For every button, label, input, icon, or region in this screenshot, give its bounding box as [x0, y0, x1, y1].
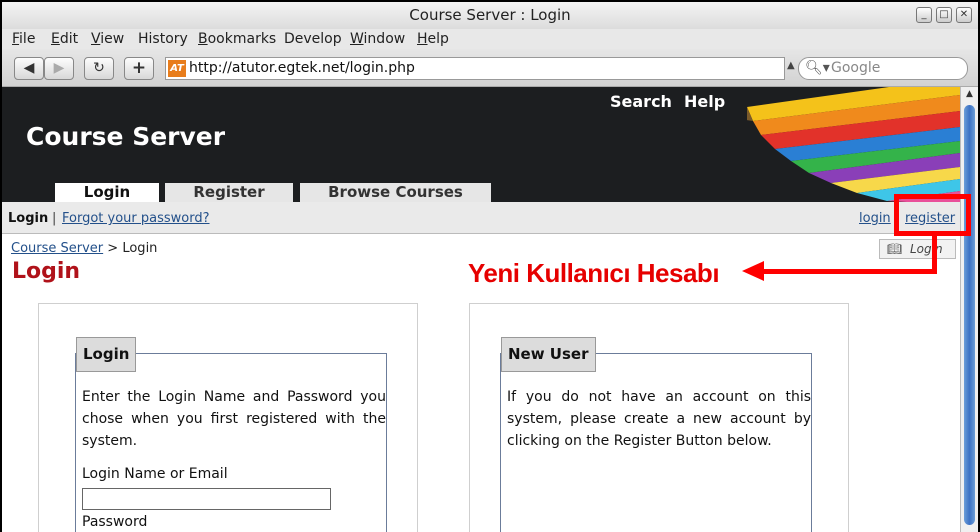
tab-login[interactable]: Login — [55, 183, 159, 202]
forward-icon: ▶ — [53, 60, 65, 76]
web-page: Course Server Search Help Login Register… — [2, 87, 960, 532]
login-shortcut-label: Login — [910, 242, 943, 256]
close-button[interactable]: ✕ — [956, 7, 972, 23]
menu-bar: File Edit View History Bookmarks Develop… — [2, 29, 978, 49]
back-button[interactable]: ◀ — [14, 57, 44, 80]
annotation-label: Yeni Kullanıcı Hesabı — [468, 258, 720, 288]
site-favicon-icon: AT — [168, 60, 186, 77]
login-name-label: Login Name or Email — [82, 466, 228, 482]
maximize-button[interactable]: □ — [936, 7, 952, 23]
search-icon: 🔍︎▾ — [805, 60, 830, 76]
forgot-password-link[interactable]: Forgot your password? — [62, 211, 210, 226]
subnav-current: Login — [8, 211, 49, 226]
url-text: http://atutor.egtek.net/login.php — [189, 60, 415, 76]
navigation-toolbar: ◀ ▶ ↻ + AT http://atutor.egtek.net/login… — [2, 49, 978, 87]
login-legend: Login — [76, 337, 137, 372]
reload-button[interactable]: ↻ — [84, 57, 114, 80]
menu-view[interactable]: View — [91, 31, 124, 47]
site-header: Course Server Search Help Login Register… — [2, 87, 960, 202]
new-user-panel: New User If you do not have an account o… — [469, 303, 849, 532]
tab-browse-courses[interactable]: Browse Courses — [300, 183, 491, 202]
annotation-connector-horizontal — [760, 269, 937, 274]
vertical-scrollbar[interactable]: ▲ — [960, 87, 978, 532]
breadcrumb-current: Login — [122, 241, 158, 256]
header-help-link[interactable]: Help — [684, 92, 725, 111]
window-title: Course Server : Login — [409, 6, 571, 24]
subnav-separator: | — [52, 211, 57, 226]
tab-register[interactable]: Register — [165, 183, 293, 202]
menu-window[interactable]: Window — [350, 31, 405, 47]
menu-file[interactable]: File — [12, 31, 35, 47]
search-placeholder: Google — [831, 60, 881, 76]
pencils-banner-image — [747, 87, 960, 202]
login-name-input[interactable] — [82, 488, 331, 510]
menu-help[interactable]: Help — [417, 31, 449, 47]
back-icon: ◀ — [23, 60, 35, 76]
menu-edit[interactable]: Edit — [51, 31, 78, 47]
forward-button[interactable]: ▶ — [44, 57, 74, 80]
breadcrumb-separator: > — [107, 241, 119, 256]
minimize-button[interactable]: _ — [916, 7, 932, 23]
password-label: Password — [82, 514, 148, 530]
search-input[interactable]: 🔍︎▾ Google — [798, 57, 968, 80]
menu-develop[interactable]: Develop — [284, 31, 342, 47]
login-panel: Login Enter the Login Name and Password … — [38, 303, 418, 532]
site-title: Course Server — [26, 122, 226, 151]
url-dropdown-icon[interactable]: ▲ — [787, 60, 795, 71]
menu-history[interactable]: History — [138, 31, 188, 47]
login-instructions: Enter the Login Name and Password you ch… — [82, 389, 386, 449]
scroll-thumb[interactable] — [964, 105, 975, 525]
reload-icon: ↻ — [93, 60, 105, 76]
new-tab-button[interactable]: + — [124, 57, 154, 80]
breadcrumb: Course Server > Login — [11, 241, 157, 256]
address-bar[interactable]: AT http://atutor.egtek.net/login.php — [165, 57, 785, 80]
plus-icon: + — [131, 58, 147, 78]
menu-bookmarks[interactable]: Bookmarks — [198, 31, 276, 47]
new-user-instructions: If you do not have an account on this sy… — [507, 389, 811, 449]
book-icon: 📖︎ — [887, 242, 903, 256]
scroll-up-icon[interactable]: ▲ — [963, 89, 976, 101]
login-fieldset: Login Enter the Login Name and Password … — [75, 337, 387, 532]
page-title: Login — [12, 259, 81, 284]
title-bar: Course Server : Login _ □ ✕ — [2, 2, 978, 29]
header-search-link[interactable]: Search — [610, 92, 672, 111]
new-user-legend: New User — [501, 337, 596, 372]
new-user-fieldset: New User If you do not have an account o… — [500, 337, 812, 532]
sub-navigation: Login | Forgot your password? login regi… — [2, 202, 960, 234]
annotation-arrow-icon — [742, 261, 764, 281]
login-shortcut-button[interactable]: 📖︎ Login — [879, 239, 956, 259]
login-link[interactable]: login — [859, 211, 891, 226]
breadcrumb-home-link[interactable]: Course Server — [11, 241, 103, 256]
annotation-highlight-box — [894, 194, 971, 236]
